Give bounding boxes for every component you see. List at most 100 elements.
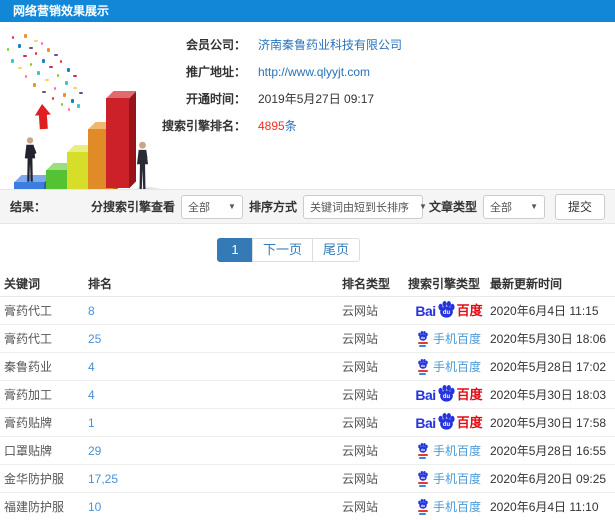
baidu-logo: Bai du 百度 [415,385,483,403]
info-row-rank-count: 搜索引擎排名： 4895条 [140,112,610,139]
engine-filter-select[interactable]: 全部 ▼ [180,194,243,219]
baidu-logo: Bai du 百度 [415,301,483,319]
engine-filter-label: 分搜索引擎查看 [90,200,175,214]
svg-text:du: du [443,422,451,428]
column-header: 搜索引擎类型 [408,270,490,297]
svg-text:du: du [421,504,425,508]
promo-url-label: 推广地址： [185,65,246,79]
baidu-paw-icon: du [418,331,428,341]
engine-cell: du 手机百度 [408,464,490,493]
table-row[interactable]: 福建防护服 10 云网站 du 手机百度 2020年6月4日 11:10 [0,492,615,520]
promo-url-link[interactable]: http://www.qlyyjt.com [258,65,370,79]
sort-select[interactable]: 关键词由短到长排序 ▼ [302,194,427,219]
rank-type-cell: 云网站 [342,324,408,353]
column-header: 关键词 [0,270,88,297]
info-row-url: 推广地址： http://www.qlyyjt.com [140,58,610,85]
rank-type-cell: 云网站 [342,492,408,520]
rank-count-unit: 条 [284,119,297,133]
table-row[interactable]: 口罩贴牌 29 云网站 du 手机百度 2020年5月28日 16:55 [0,436,615,465]
filter-bar: 结果： 分搜索引擎查看 全部 ▼ 排序方式 关键词由短到长排序 ▼ 文章类型 全… [0,189,615,224]
caret-down-icon: ▼ [418,202,427,211]
page-title: 网络营销效果展示 [13,4,110,18]
table-row[interactable]: 膏药贴牌 1 云网站 Bai du 百度 2020年5月30日 17:58 [0,408,615,437]
rank-cell: 4 [88,352,342,381]
engine-filter-value: 全部 [187,201,210,214]
engine-cell: Bai du 百度 [408,408,490,437]
next-page-button[interactable]: 下一页 [252,238,314,262]
open-time-value: 2019年5月27日 09:17 [258,92,375,106]
article-type-select[interactable]: 全部 ▼ [482,194,545,219]
updated-cell: 2020年5月28日 16:55 [490,436,615,465]
baidu-mobile-paw-icon: du [417,471,429,487]
info-row-opened: 开通时间： 2019年5月27日 09:17 [140,85,610,112]
baidu-mobile-paw-icon: du [417,443,429,459]
company-link[interactable]: 济南秦鲁药业科技有限公司 [258,36,402,53]
article-type-label: 文章类型 [428,200,477,214]
column-header: 最新更新时间 [490,270,615,297]
pagination: 1 下一页 尾页 [217,238,361,262]
rank-type-cell: 云网站 [342,296,408,325]
growth-arrow-icon [34,103,52,130]
rank-type-cell: 云网站 [342,464,408,493]
company-label: 会员公司： [185,38,246,52]
info-row-company: 会员公司： 济南秦鲁药业科技有限公司 [140,31,610,58]
keyword-cell: 膏药加工 [0,380,88,409]
baidu-mobile-paw-icon: du [417,331,429,347]
svg-text:du: du [443,394,451,400]
baidu-mobile-logo: du 手机百度 [417,499,481,515]
engine-cell: Bai du 百度 [408,296,490,325]
page-title-bar: 网络营销效果展示 [0,0,615,22]
article-type-value: 全部 [489,201,512,214]
sort-value: 关键词由短到长排序 [309,201,409,214]
rank-type-cell: 云网站 [342,352,408,381]
keyword-cell: 福建防护服 [0,492,88,520]
rank-cell: 10 [88,492,342,520]
updated-cell: 2020年5月28日 17:02 [490,352,615,381]
rank-type-cell: 云网站 [342,436,408,465]
open-time-label: 开通时间： [185,92,246,106]
last-page-button[interactable]: 尾页 [312,238,361,262]
svg-text:du: du [421,336,425,340]
results-label: 结果： [10,200,47,214]
svg-text:du: du [421,448,425,452]
table-row[interactable]: 膏药代工 8 云网站 Bai du 百度 2020年6月4日 11:15 [0,296,615,325]
baidu-paw-icon: du [418,359,428,369]
sort-label: 排序方式 [248,200,297,214]
table-row[interactable]: 金华防护服 17,25 云网站 du 手机百度 2020年6月20日 09:25 [0,464,615,493]
keyword-cell: 口罩贴牌 [0,436,88,465]
account-info: 会员公司： 济南秦鲁药业科技有限公司 推广地址： http://www.qlyy… [140,31,610,139]
engine-cell: du 手机百度 [408,324,490,353]
column-header: 排名 [88,270,342,297]
rank-count-number: 4895 [258,119,285,133]
page-1-button[interactable]: 1 [217,238,253,262]
rank-cell: 17,25 [88,464,342,493]
engine-cell: Bai du 百度 [408,380,490,409]
svg-text:du: du [421,364,425,368]
submit-button[interactable]: 提交 [554,193,605,220]
keyword-cell: 金华防护服 [0,464,88,493]
baidu-paw-icon: du [418,471,428,481]
rank-cell: 1 [88,408,342,437]
table-row[interactable]: 膏药代工 25 云网站 du 手机百度 2020年5月30日 18:06 [0,324,615,353]
caret-down-icon: ▼ [228,202,236,211]
rank-count-label: 搜索引擎排名： [161,119,246,133]
baidu-mobile-paw-icon: du [417,499,429,515]
engine-cell: du 手机百度 [408,352,490,381]
updated-cell: 2020年5月30日 18:03 [490,380,615,409]
keyword-cell: 秦鲁药业 [0,352,88,381]
table-header-row: 关键词 排名 排名类型 搜索引擎类型 最新更新时间 [0,270,615,297]
updated-cell: 2020年5月30日 17:58 [490,408,615,437]
svg-text:du: du [443,310,451,316]
table-row[interactable]: 膏药加工 4 云网站 Bai du 百度 2020年5月30日 18:03 [0,380,615,409]
rank-type-cell: 云网站 [342,380,408,409]
engine-cell: du 手机百度 [408,436,490,465]
engine-cell: du 手机百度 [408,492,490,520]
column-header: 排名类型 [342,270,408,297]
rank-count-value: 4895条 [258,117,297,134]
results-table: 关键词 排名 排名类型 搜索引擎类型 最新更新时间 膏药代工 8 云网站 Bai du … [0,270,615,520]
businessman-left [22,136,38,184]
updated-cell: 2020年6月20日 09:25 [490,464,615,493]
bar-red [106,91,136,188]
table-row[interactable]: 秦鲁药业 4 云网站 du 手机百度 2020年5月28日 17:02 [0,352,615,381]
svg-text:du: du [421,476,425,480]
